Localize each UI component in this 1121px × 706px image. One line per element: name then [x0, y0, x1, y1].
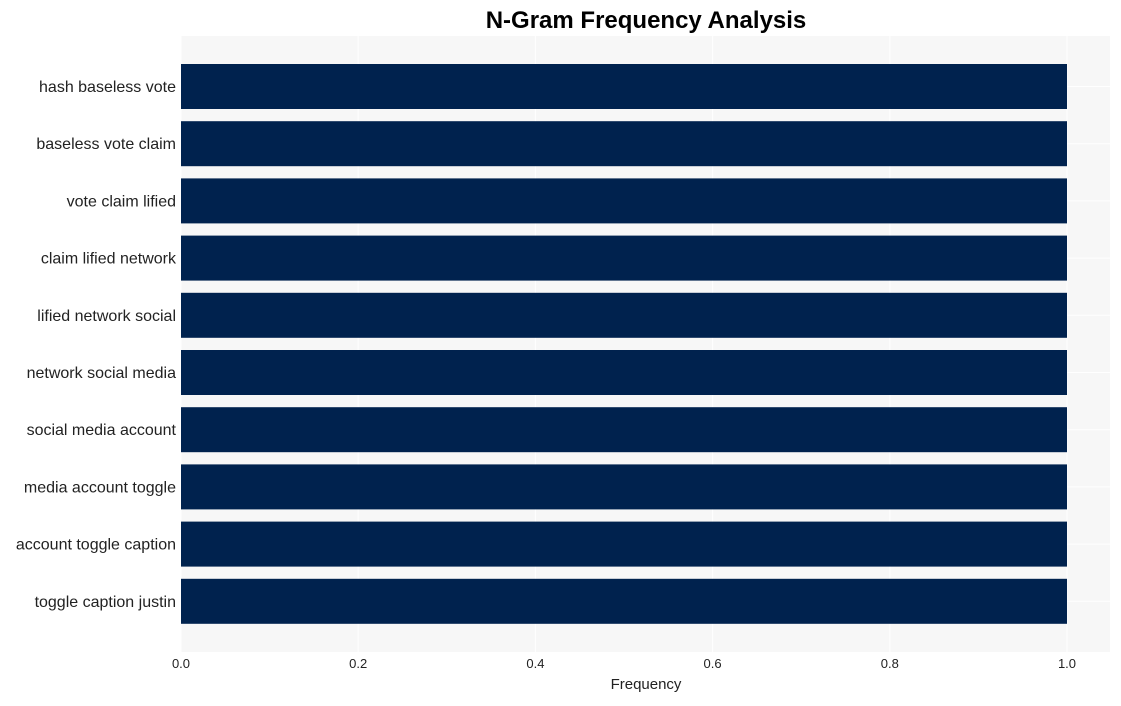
y-tick-label: claim lified network [41, 251, 177, 268]
x-tick-label: 0.6 [704, 656, 722, 671]
y-tick-label: toggle caption justin [35, 594, 176, 611]
bar [181, 464, 1067, 510]
bar [181, 178, 1067, 224]
bar [181, 578, 1067, 624]
bar [181, 292, 1067, 338]
x-tick-label: 1.0 [1058, 656, 1076, 671]
y-tick-label: network social media [27, 365, 177, 382]
chart-title: N-Gram Frequency Analysis [486, 7, 807, 34]
x-axis-label: Frequency [611, 676, 682, 693]
bar [181, 64, 1067, 109]
y-tick-label: lified network social [37, 308, 176, 325]
y-tick-label: hash baseless vote [39, 79, 176, 96]
x-tick-labels: 0.0 0.2 0.4 0.6 0.8 1.0 [172, 656, 1076, 671]
x-tick-label: 0.4 [526, 656, 544, 671]
y-tick-label: media account toggle [24, 479, 176, 496]
y-tick-label: vote claim lified [67, 193, 176, 210]
x-tick-label: 0.2 [349, 656, 367, 671]
bar [181, 407, 1067, 453]
bar [181, 350, 1067, 395]
chart: N-Gram Frequency Analysis hash baseless … [16, 7, 1110, 693]
y-tick-labels: hash baseless vote baseless vote claim vot… [16, 79, 177, 611]
y-tick-label: account toggle caption [16, 537, 176, 554]
bar [181, 235, 1067, 281]
bar [181, 521, 1067, 567]
bar [181, 121, 1067, 167]
x-tick-label: 0.8 [881, 656, 899, 671]
y-tick-label: social media account [27, 422, 177, 439]
y-tick-label: baseless vote claim [36, 136, 176, 153]
x-tick-label: 0.0 [172, 656, 190, 671]
